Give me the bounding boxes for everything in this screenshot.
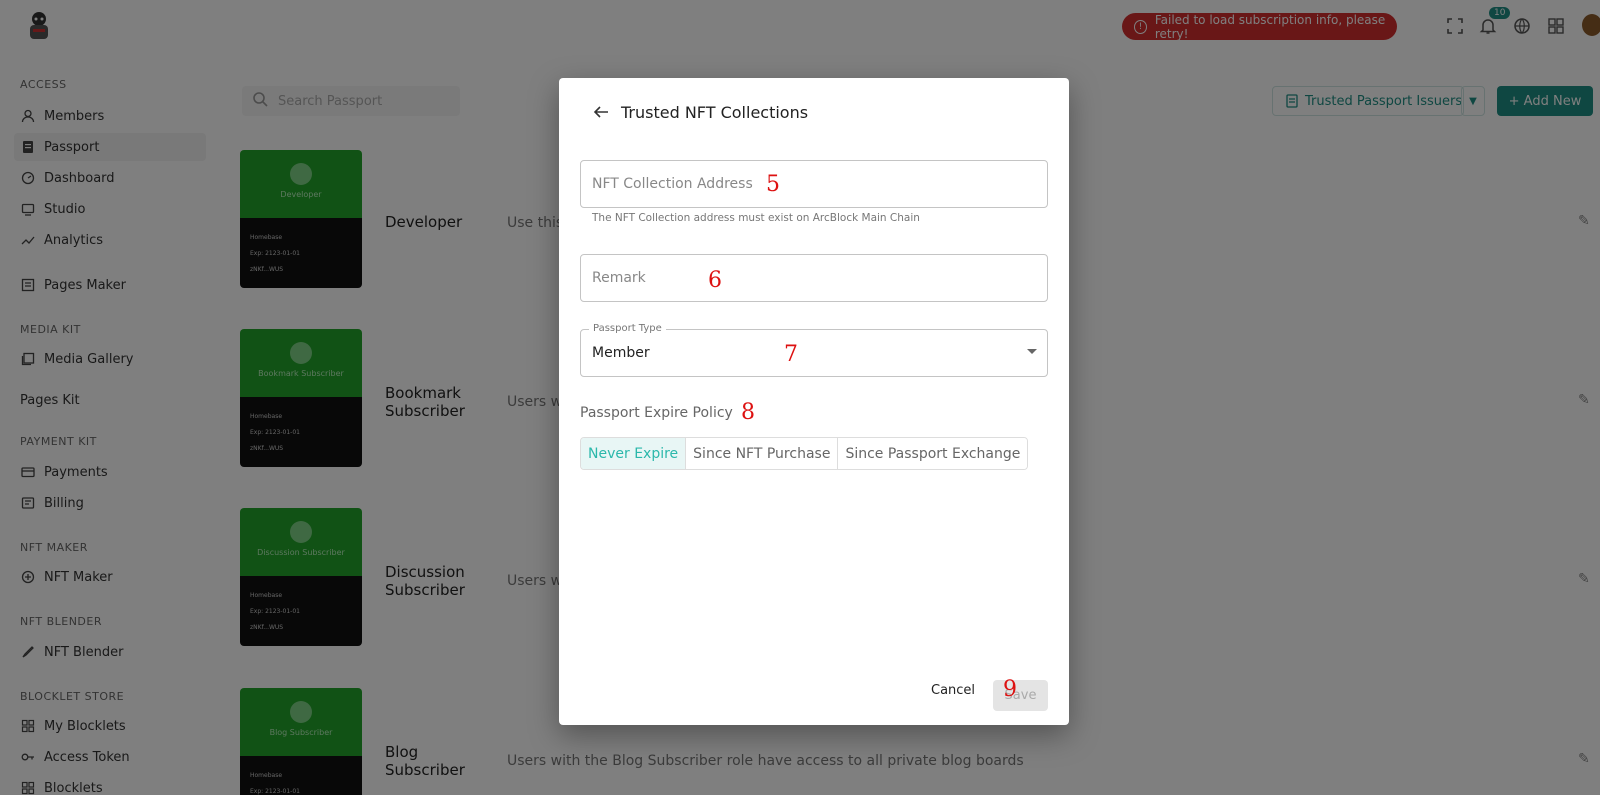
passport-type-label: Passport Type [589,323,666,334]
expire-policy-toggle-group: Never Expire Since NFT Purchase Since Pa… [580,437,1029,470]
dialog-title: Trusted NFT Collections [621,103,809,122]
trusted-nft-dialog: Trusted NFT Collections NFT Collection A… [559,78,1069,725]
annotation-5: 5 [766,172,780,197]
remark-input[interactable]: Remark [580,254,1048,302]
annotation-8: 8 [741,400,755,425]
address-helper-text: The NFT Collection address must exist on… [592,212,920,224]
annotation-6: 6 [708,268,722,293]
cancel-button[interactable]: Cancel [931,683,975,703]
expire-option-passport-exchange[interactable]: Since Passport Exchange [838,438,1028,469]
expire-policy-label: Passport Expire Policy [580,405,733,421]
expire-option-nft-purchase[interactable]: Since NFT Purchase [686,438,839,469]
arrow-back-icon[interactable] [590,101,612,123]
nft-collection-address-input[interactable]: NFT Collection Address [580,160,1048,208]
annotation-7: 7 [784,342,798,367]
passport-type-select[interactable]: Passport Type Member [580,323,1048,377]
annotation-9: 9 [1003,677,1017,702]
remark-placeholder: Remark [592,270,646,286]
save-button[interactable]: Save [993,680,1048,711]
passport-type-value: Member [592,345,650,361]
caret-down-icon [1027,349,1037,354]
address-placeholder: NFT Collection Address [592,176,753,192]
expire-option-never[interactable]: Never Expire [581,438,687,469]
